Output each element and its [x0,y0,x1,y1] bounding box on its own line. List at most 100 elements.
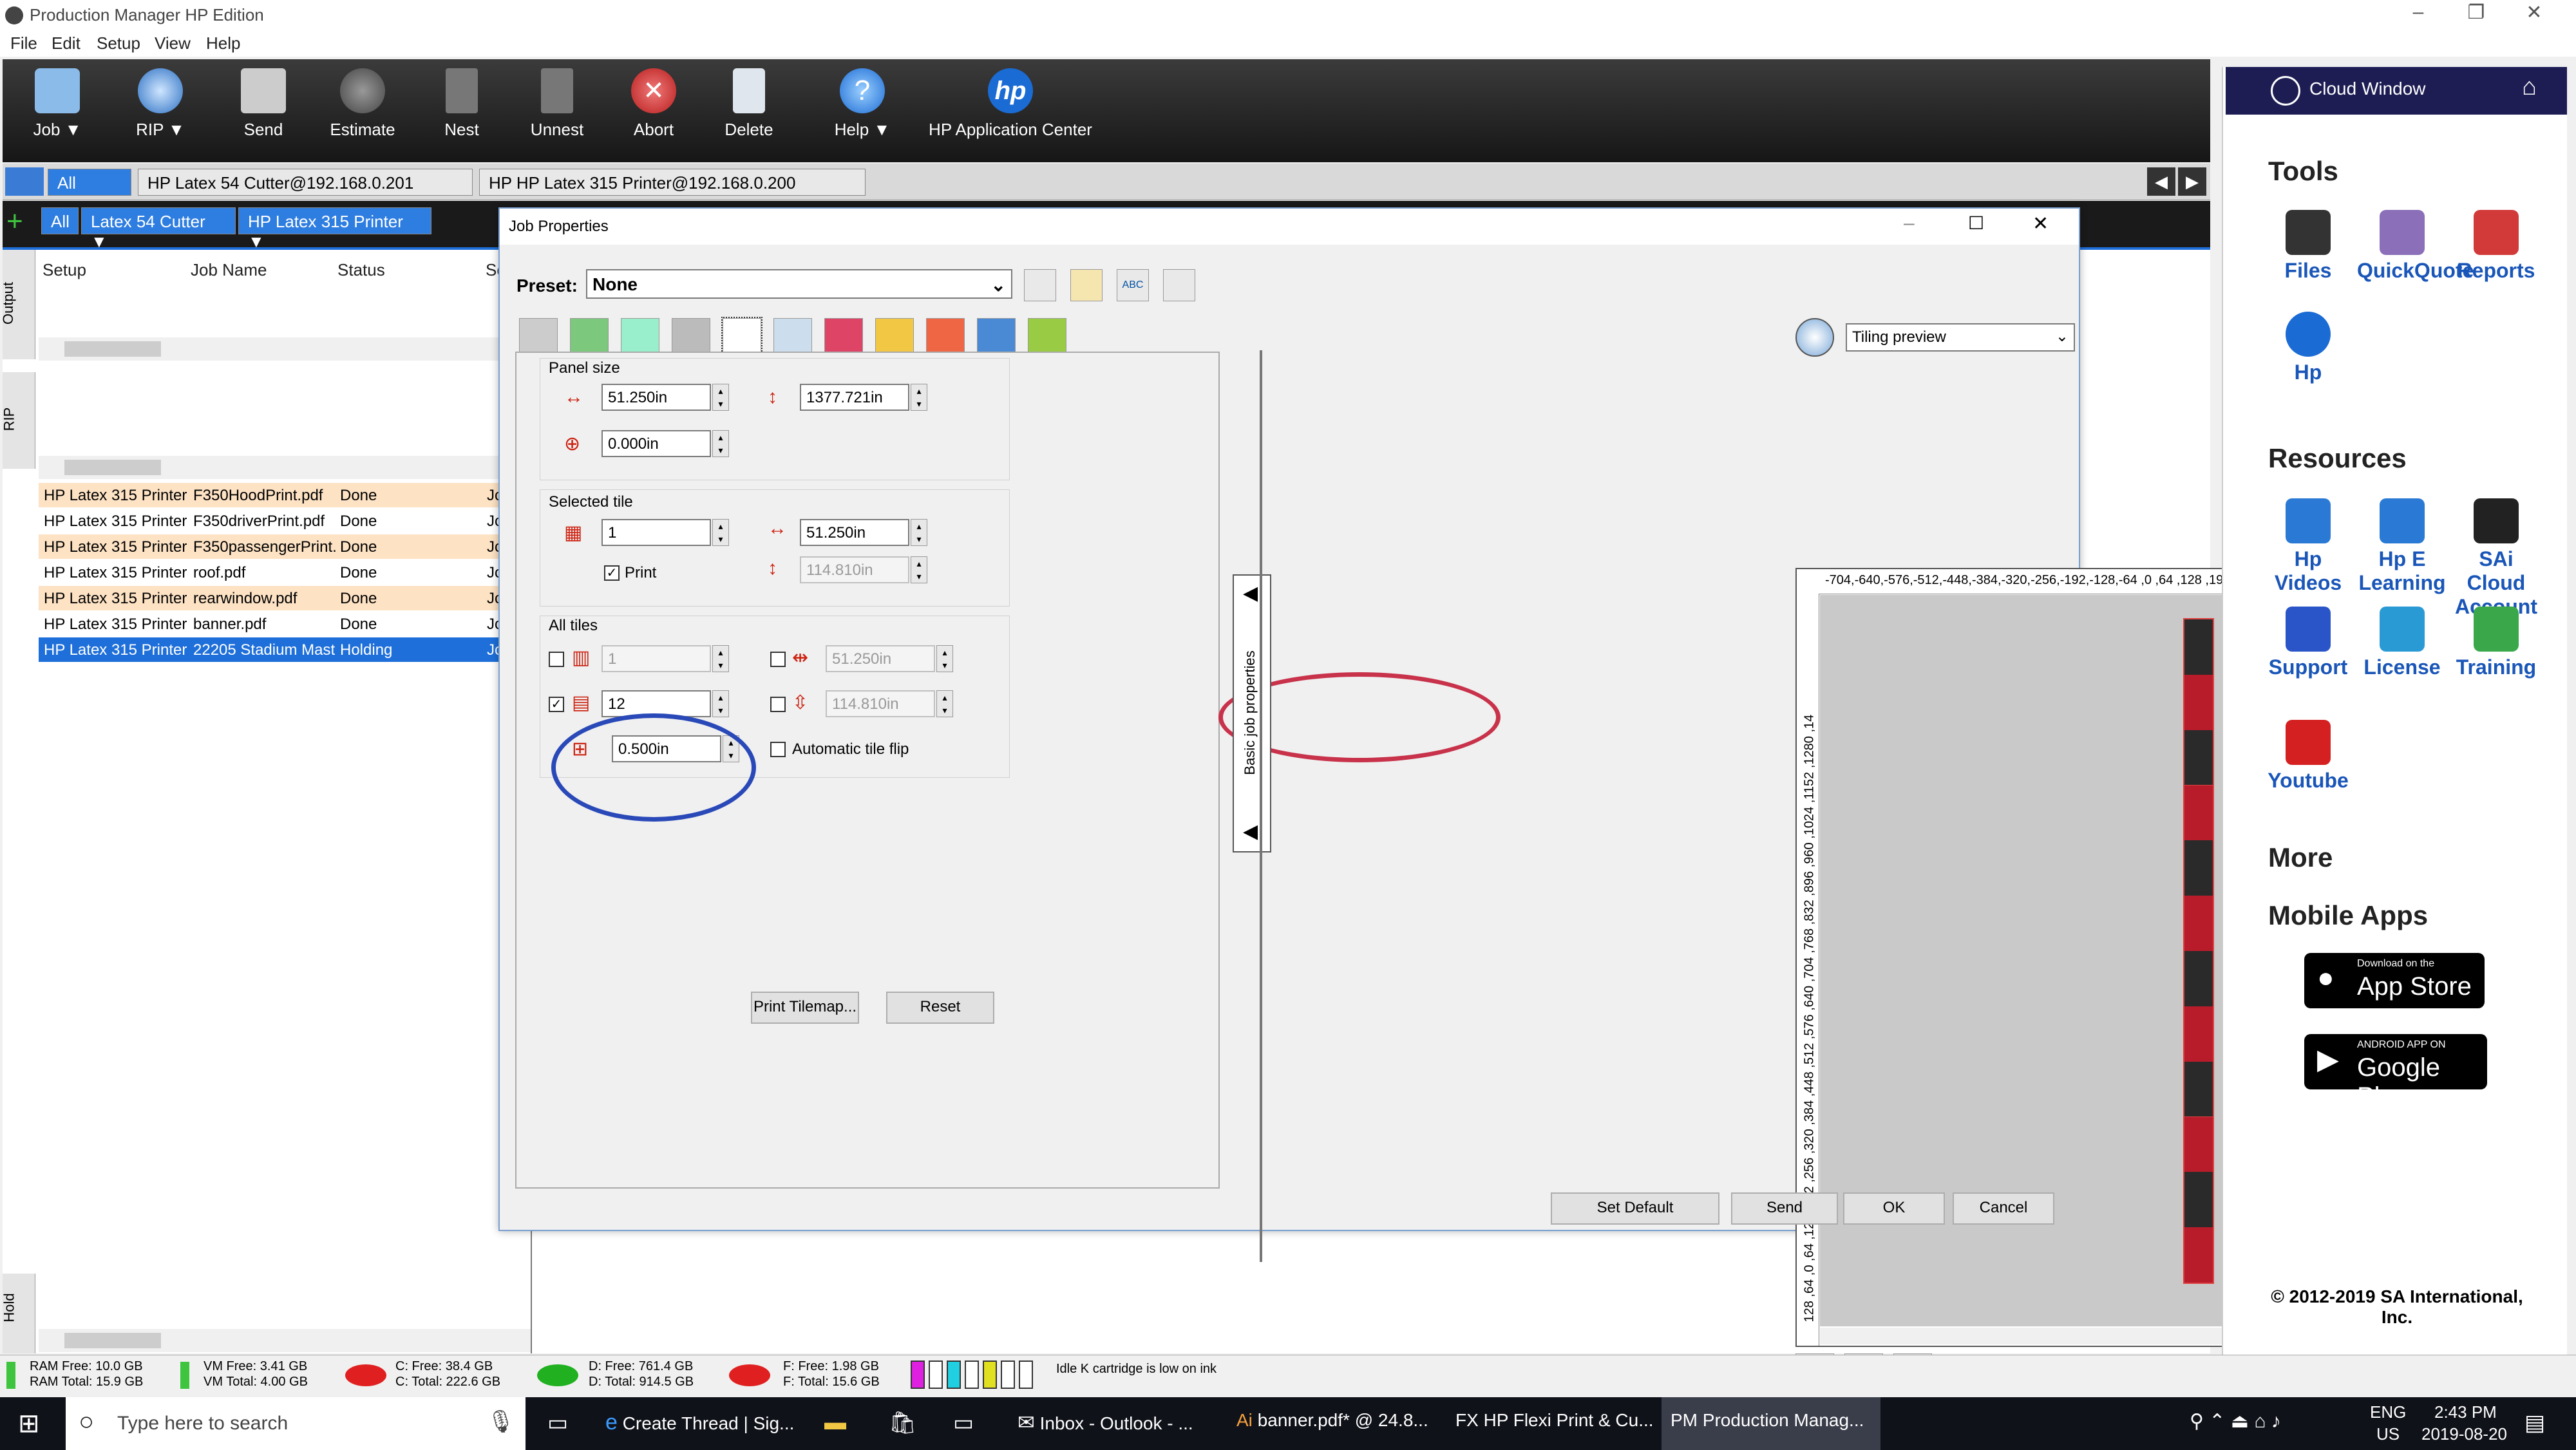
cancel-button[interactable]: Cancel [1953,1192,2054,1225]
panel-overlap-input[interactable]: 0.000in [601,430,711,457]
taskbar-search[interactable]: ○ Type here to search 🎙 [66,1397,526,1450]
send-button[interactable]: Send [222,68,305,140]
table-row[interactable]: HP Latex 315 Printer F350passengerPrint. D… [39,534,528,559]
window-icon[interactable]: ▭ [953,1410,974,1436]
preview-refresh-icon[interactable] [1795,318,1834,357]
tab-queue-latex-315-printer[interactable]: HP Latex 315 Printer ▼ [238,207,431,251]
vtab-hold[interactable]: Hold [1,1274,35,1353]
sai-cloud-account-link[interactable]: SAi Cloud Account [2451,498,2541,619]
row-height-input[interactable]: 114.810in [826,690,935,717]
system-tray-icons[interactable]: ⚲ ⌃ ⏏ ⌂ ♪ [2190,1410,2281,1433]
quickquote-link[interactable]: QuickQuote [2357,210,2474,283]
table-row[interactable]: HP Latex 315 Printer F350HoodPrint.pdf Don… [39,483,528,507]
help-button[interactable]: ? Help ▼ [820,68,904,140]
column-setup[interactable]: Setup [43,260,86,280]
save-as-preset-icon[interactable] [1070,269,1103,301]
tab-effects-icon[interactable] [1028,318,1066,353]
language-indicator[interactable]: ENG [2370,1402,2406,1422]
table-row[interactable]: HP Latex 315 Printer F350driverPrint.pdf D… [39,509,528,533]
devices-icon[interactable] [5,167,44,196]
hp-videos-link[interactable]: Hp Videos [2263,498,2353,595]
tile-height-input[interactable]: 114.810in [800,556,909,583]
hold-scrollbar[interactable] [39,1329,531,1352]
rows-spinner[interactable]: ▴ ▾ [712,690,729,717]
tab-all-queues[interactable]: All [41,207,79,234]
home-icon[interactable]: ⌂ [2522,73,2537,101]
menu-edit[interactable]: Edit [52,33,80,53]
set-default-button[interactable]: Set Default [1551,1192,1719,1225]
panel-height-input[interactable]: 1377.721in [800,384,909,411]
tab-queue-latex-54-cutter[interactable]: Latex 54 Cutter ▼ [81,207,236,251]
collapse-down-icon[interactable]: ◀ [1243,820,1258,843]
files-link[interactable]: Files [2263,210,2353,283]
abort-button[interactable]: ✕ Abort [612,68,696,140]
tile-width-spinner[interactable]: ▴ ▾ [911,519,927,546]
tab-media-icon[interactable] [672,318,710,353]
delete-preset-icon[interactable] [1163,269,1195,301]
notifications-icon[interactable]: ▤ [2524,1410,2545,1436]
training-link[interactable]: Training [2451,607,2541,679]
close-icon[interactable]: ✕ [2505,1,2563,24]
table-row[interactable]: HP Latex 315 Printer banner.pdf Done Jc [39,612,528,636]
ok-button[interactable]: OK [1843,1192,1945,1225]
menu-help[interactable]: Help [206,33,240,53]
maximize-icon[interactable]: ❐ [2447,1,2505,24]
delete-button[interactable]: Delete [707,68,791,140]
rows-checkbox[interactable]: ✓ [549,697,564,712]
windows-start-icon[interactable]: ⊞ [18,1409,40,1438]
output-scrollbar[interactable] [39,337,531,361]
send-button-dialog[interactable]: Send [1731,1192,1838,1225]
table-row[interactable]: HP Latex 315 Printer 22205 Stadium Mast Ho… [39,637,528,662]
unnest-button[interactable]: Unnest [515,68,599,140]
row-height-checkbox[interactable] [770,697,786,712]
tab-tiling-icon[interactable] [721,317,762,354]
panel-width-input[interactable]: 51.250in [601,384,711,411]
minimize-icon[interactable]: – [2389,1,2447,23]
job-button[interactable]: Job ▼ [15,68,99,140]
panel-overlap-spinner[interactable]: ▴ ▾ [712,430,729,457]
basic-job-properties-tab[interactable]: ◀ Basic job properties ◀ [1233,574,1271,852]
preset-select[interactable]: None ⌄ [586,269,1012,299]
collapse-up-icon[interactable]: ◀ [1243,582,1258,605]
dialog-minimize-icon[interactable]: – [1904,212,1915,234]
hp-application-center-button[interactable]: hp HP Application Center [923,68,1097,140]
file-explorer-icon[interactable]: ▬ [824,1410,846,1435]
youtube-link[interactable]: Youtube [2263,720,2353,793]
rename-preset-icon[interactable]: ABC [1117,269,1149,301]
hp-elearning-link[interactable]: Hp E Learning [2357,498,2447,595]
dialog-maximize-icon[interactable]: ☐ [1968,212,1984,234]
menu-file[interactable]: File [10,33,37,53]
panel-width-spinner[interactable]: ▴ ▾ [712,384,729,411]
tab-marks-icon[interactable] [773,318,812,353]
column-job-name[interactable]: Job Name [191,260,267,280]
columns-spinner[interactable]: ▴ ▾ [712,645,729,672]
taskbar-edge[interactable]: e Create Thread | Sig... [605,1410,837,1435]
add-icon[interactable]: + [6,207,32,237]
columns-checkbox[interactable] [549,652,564,667]
clock-time[interactable]: 2:43 PM [2434,1402,2497,1422]
vtab-rip[interactable]: RIP [1,372,35,469]
rip-scrollbar[interactable] [39,456,531,479]
reset-button[interactable]: Reset [886,992,994,1024]
support-link[interactable]: Support [2263,607,2353,679]
tab-color-icon[interactable] [570,318,609,353]
reports-link[interactable]: Reports [2451,210,2541,283]
tab-latex-315-printer[interactable]: HP HP Latex 315 Printer@192.168.0.200 [479,169,866,196]
tab-layout-icon[interactable] [519,318,558,353]
menu-view[interactable]: View [155,33,191,53]
tab-profile-icon[interactable] [824,318,863,353]
nest-button[interactable]: Nest [420,68,504,140]
hp-link[interactable]: Hp [2263,312,2353,384]
taskbar-illustrator[interactable]: Ai banner.pdf* @ 24.8... [1236,1410,1436,1431]
panel-height-spinner[interactable]: ▴ ▾ [911,384,927,411]
task-view-icon[interactable]: ▭ [547,1410,568,1436]
taskbar-flexi[interactable]: FX HP Flexi Print & Cu... [1455,1410,1674,1431]
license-link[interactable]: License [2357,607,2447,679]
rip-button[interactable]: RIP ▼ [118,68,202,140]
tile-height-spinner[interactable]: ▴ ▾ [911,556,927,583]
column-width-input[interactable]: 51.250in [826,645,935,672]
taskbar-production-manager[interactable]: PM Production Manag... [1662,1397,1880,1450]
tile-number-spinner[interactable]: ▴ ▾ [712,519,729,546]
column-width-spinner[interactable]: ▴ ▾ [936,645,953,672]
taskbar-outlook[interactable]: ✉ Inbox - Outlook - ... [1018,1410,1236,1435]
